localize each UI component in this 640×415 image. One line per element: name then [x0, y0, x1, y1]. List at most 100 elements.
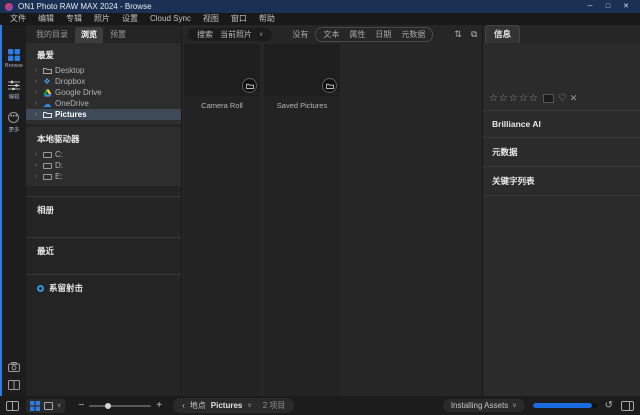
menu-bar: 文件 编辑 专辑 照片 设置 Cloud Sync 视图 窗口 帮助: [0, 13, 640, 25]
section-brilliance-ai[interactable]: Brilliance AI: [483, 110, 640, 137]
thumbnail-size-slider[interactable]: [89, 405, 151, 407]
tethered-shooting-row[interactable]: 系留射击: [26, 274, 181, 301]
location-label: 地点: [190, 400, 206, 411]
dual-pane-icon[interactable]: [8, 380, 20, 390]
expand-chevron-icon[interactable]: ›: [33, 100, 39, 107]
panel-tabs: 我的目录 浏览 预置: [26, 25, 181, 43]
camera-icon[interactable]: [8, 362, 20, 372]
module-strip: Browse 编辑 ••• 更多: [0, 25, 26, 396]
close-button[interactable]: ✕: [617, 0, 635, 13]
tree-item-drive-c[interactable]: › C:: [26, 149, 181, 160]
folder-tree: 最爱 › Desktop › ❖ Dropbox ›: [26, 43, 181, 396]
color-label-swatch[interactable]: [543, 94, 554, 103]
tree-item-drive-e[interactable]: › E:: [26, 171, 181, 182]
panel-toggle-left-icon[interactable]: [6, 401, 19, 411]
center-area: 搜索 当前照片 ∨ 没有 文本 属性 日期 元数据 ⇅ ⧉: [181, 25, 482, 396]
menu-edit[interactable]: 编辑: [32, 13, 60, 25]
favorites-header: 最爱: [26, 45, 181, 65]
tree-item-dropbox[interactable]: › ❖ Dropbox: [26, 76, 181, 87]
tree-item-google-drive[interactable]: › Google Drive: [26, 87, 181, 98]
maximize-button[interactable]: □: [599, 0, 617, 13]
expand-chevron-icon[interactable]: ›: [33, 173, 39, 180]
albums-header-label: 相册: [37, 204, 54, 216]
thumbnail-grid: Camera Roll Saved Pictures: [182, 43, 482, 396]
panel-toggle-right-icon[interactable]: [621, 401, 634, 411]
tab-my-catalogs[interactable]: 我的目录: [30, 27, 74, 43]
tree-item-drive-d[interactable]: › D:: [26, 160, 181, 171]
filter-date[interactable]: 日期: [370, 28, 396, 41]
slider-thumb[interactable]: [105, 403, 111, 409]
expand-chevron-icon[interactable]: ›: [33, 162, 39, 169]
search-scope-control[interactable]: 搜索 当前照片 ∨: [188, 28, 272, 41]
albums-header[interactable]: 相册: [26, 196, 181, 223]
folder-badge-icon: [322, 78, 337, 93]
grid-column: Camera Roll: [184, 44, 260, 396]
installing-assets-dropdown[interactable]: Installing Assets ∨: [443, 399, 525, 412]
like-heart-icon[interactable]: ♡: [558, 93, 567, 104]
module-edit[interactable]: 编辑: [8, 80, 20, 101]
status-bar: ∨ − + ‹ 地点 Pictures ∨ 2 项目 Installing As…: [0, 396, 640, 415]
menu-photo[interactable]: 照片: [88, 13, 116, 25]
menu-view[interactable]: 视图: [197, 13, 225, 25]
menu-help[interactable]: 帮助: [253, 13, 281, 25]
menu-cloud-sync[interactable]: Cloud Sync: [144, 13, 197, 25]
menu-settings[interactable]: 设置: [116, 13, 144, 25]
location-breadcrumb[interactable]: ‹ 地点 Pictures ∨ 2 项目: [173, 398, 294, 413]
current-folder-name[interactable]: Pictures: [211, 401, 243, 410]
tree-item-desktop[interactable]: › Desktop: [26, 65, 181, 76]
star-rating[interactable]: ☆☆☆☆☆: [489, 93, 539, 104]
dropbox-icon: ❖: [42, 78, 52, 86]
filter-text[interactable]: 文本: [318, 28, 344, 41]
section-label: Brilliance AI: [492, 119, 541, 129]
filter-metadata[interactable]: 元数据: [396, 28, 430, 41]
tree-item-pictures[interactable]: › Pictures: [26, 109, 181, 120]
google-drive-icon: [42, 89, 52, 97]
expand-chevron-icon[interactable]: ›: [33, 78, 39, 85]
tree-item-label: Desktop: [55, 66, 84, 75]
back-icon[interactable]: ‹: [182, 401, 185, 410]
sort-icon[interactable]: ⇅: [454, 29, 462, 39]
install-progress-bar: [533, 403, 597, 408]
minimize-button[interactable]: ─: [581, 0, 599, 13]
window-controls: ─ □ ✕: [581, 0, 635, 13]
expand-chevron-icon[interactable]: ›: [33, 151, 39, 158]
tree-item-onedrive[interactable]: › ☁ OneDrive: [26, 98, 181, 109]
recent-header-label: 最近: [37, 245, 54, 257]
filter-none[interactable]: 没有: [287, 28, 313, 41]
filter-attributes[interactable]: 属性: [344, 28, 370, 41]
zoom-out-button[interactable]: −: [78, 401, 84, 411]
expand-chevron-icon[interactable]: ›: [33, 111, 39, 118]
grid-view-icon[interactable]: [30, 401, 40, 411]
search-label: 搜索: [197, 29, 213, 40]
view-mode-switcher[interactable]: ∨: [26, 399, 65, 413]
menu-album[interactable]: 专辑: [60, 13, 88, 25]
tree-item-label: OneDrive: [55, 99, 89, 108]
browse-toolbar: 搜索 当前照片 ∨ 没有 文本 属性 日期 元数据 ⇅ ⧉: [182, 25, 482, 43]
grid-column: Saved Pictures: [264, 44, 340, 396]
detail-view-icon[interactable]: [44, 402, 53, 410]
folder-tile-camera-roll[interactable]: [184, 44, 260, 96]
folder-tile-saved-pictures[interactable]: [264, 44, 340, 96]
tile-label: Camera Roll: [184, 96, 260, 110]
refresh-icon[interactable]: ↺: [605, 401, 613, 411]
reject-icon[interactable]: ✕: [570, 93, 578, 104]
expand-chevron-icon[interactable]: ›: [33, 89, 39, 96]
module-more[interactable]: ••• 更多: [8, 112, 20, 134]
section-metadata[interactable]: 元数据: [483, 137, 640, 166]
menu-window[interactable]: 窗口: [225, 13, 253, 25]
installing-assets-label: Installing Assets: [451, 401, 508, 410]
main-area: Browse 编辑 ••• 更多: [0, 25, 640, 396]
tab-presets[interactable]: 预置: [104, 27, 132, 43]
folder-icon: [42, 67, 52, 74]
section-label: 元数据: [492, 147, 518, 157]
recent-header[interactable]: 最近: [26, 237, 181, 264]
local-drives-section: 本地驱动器 › C: › D: › E:: [26, 127, 181, 186]
tab-browse[interactable]: 浏览: [75, 27, 103, 43]
tab-info[interactable]: 信息: [485, 25, 520, 43]
section-keyword-list[interactable]: 关键字列表: [483, 166, 640, 196]
menu-file[interactable]: 文件: [4, 13, 32, 25]
expand-chevron-icon[interactable]: ›: [33, 67, 39, 74]
compare-icon[interactable]: ⧉: [471, 29, 477, 39]
module-browse[interactable]: Browse: [4, 49, 24, 69]
zoom-in-button[interactable]: +: [156, 401, 162, 411]
